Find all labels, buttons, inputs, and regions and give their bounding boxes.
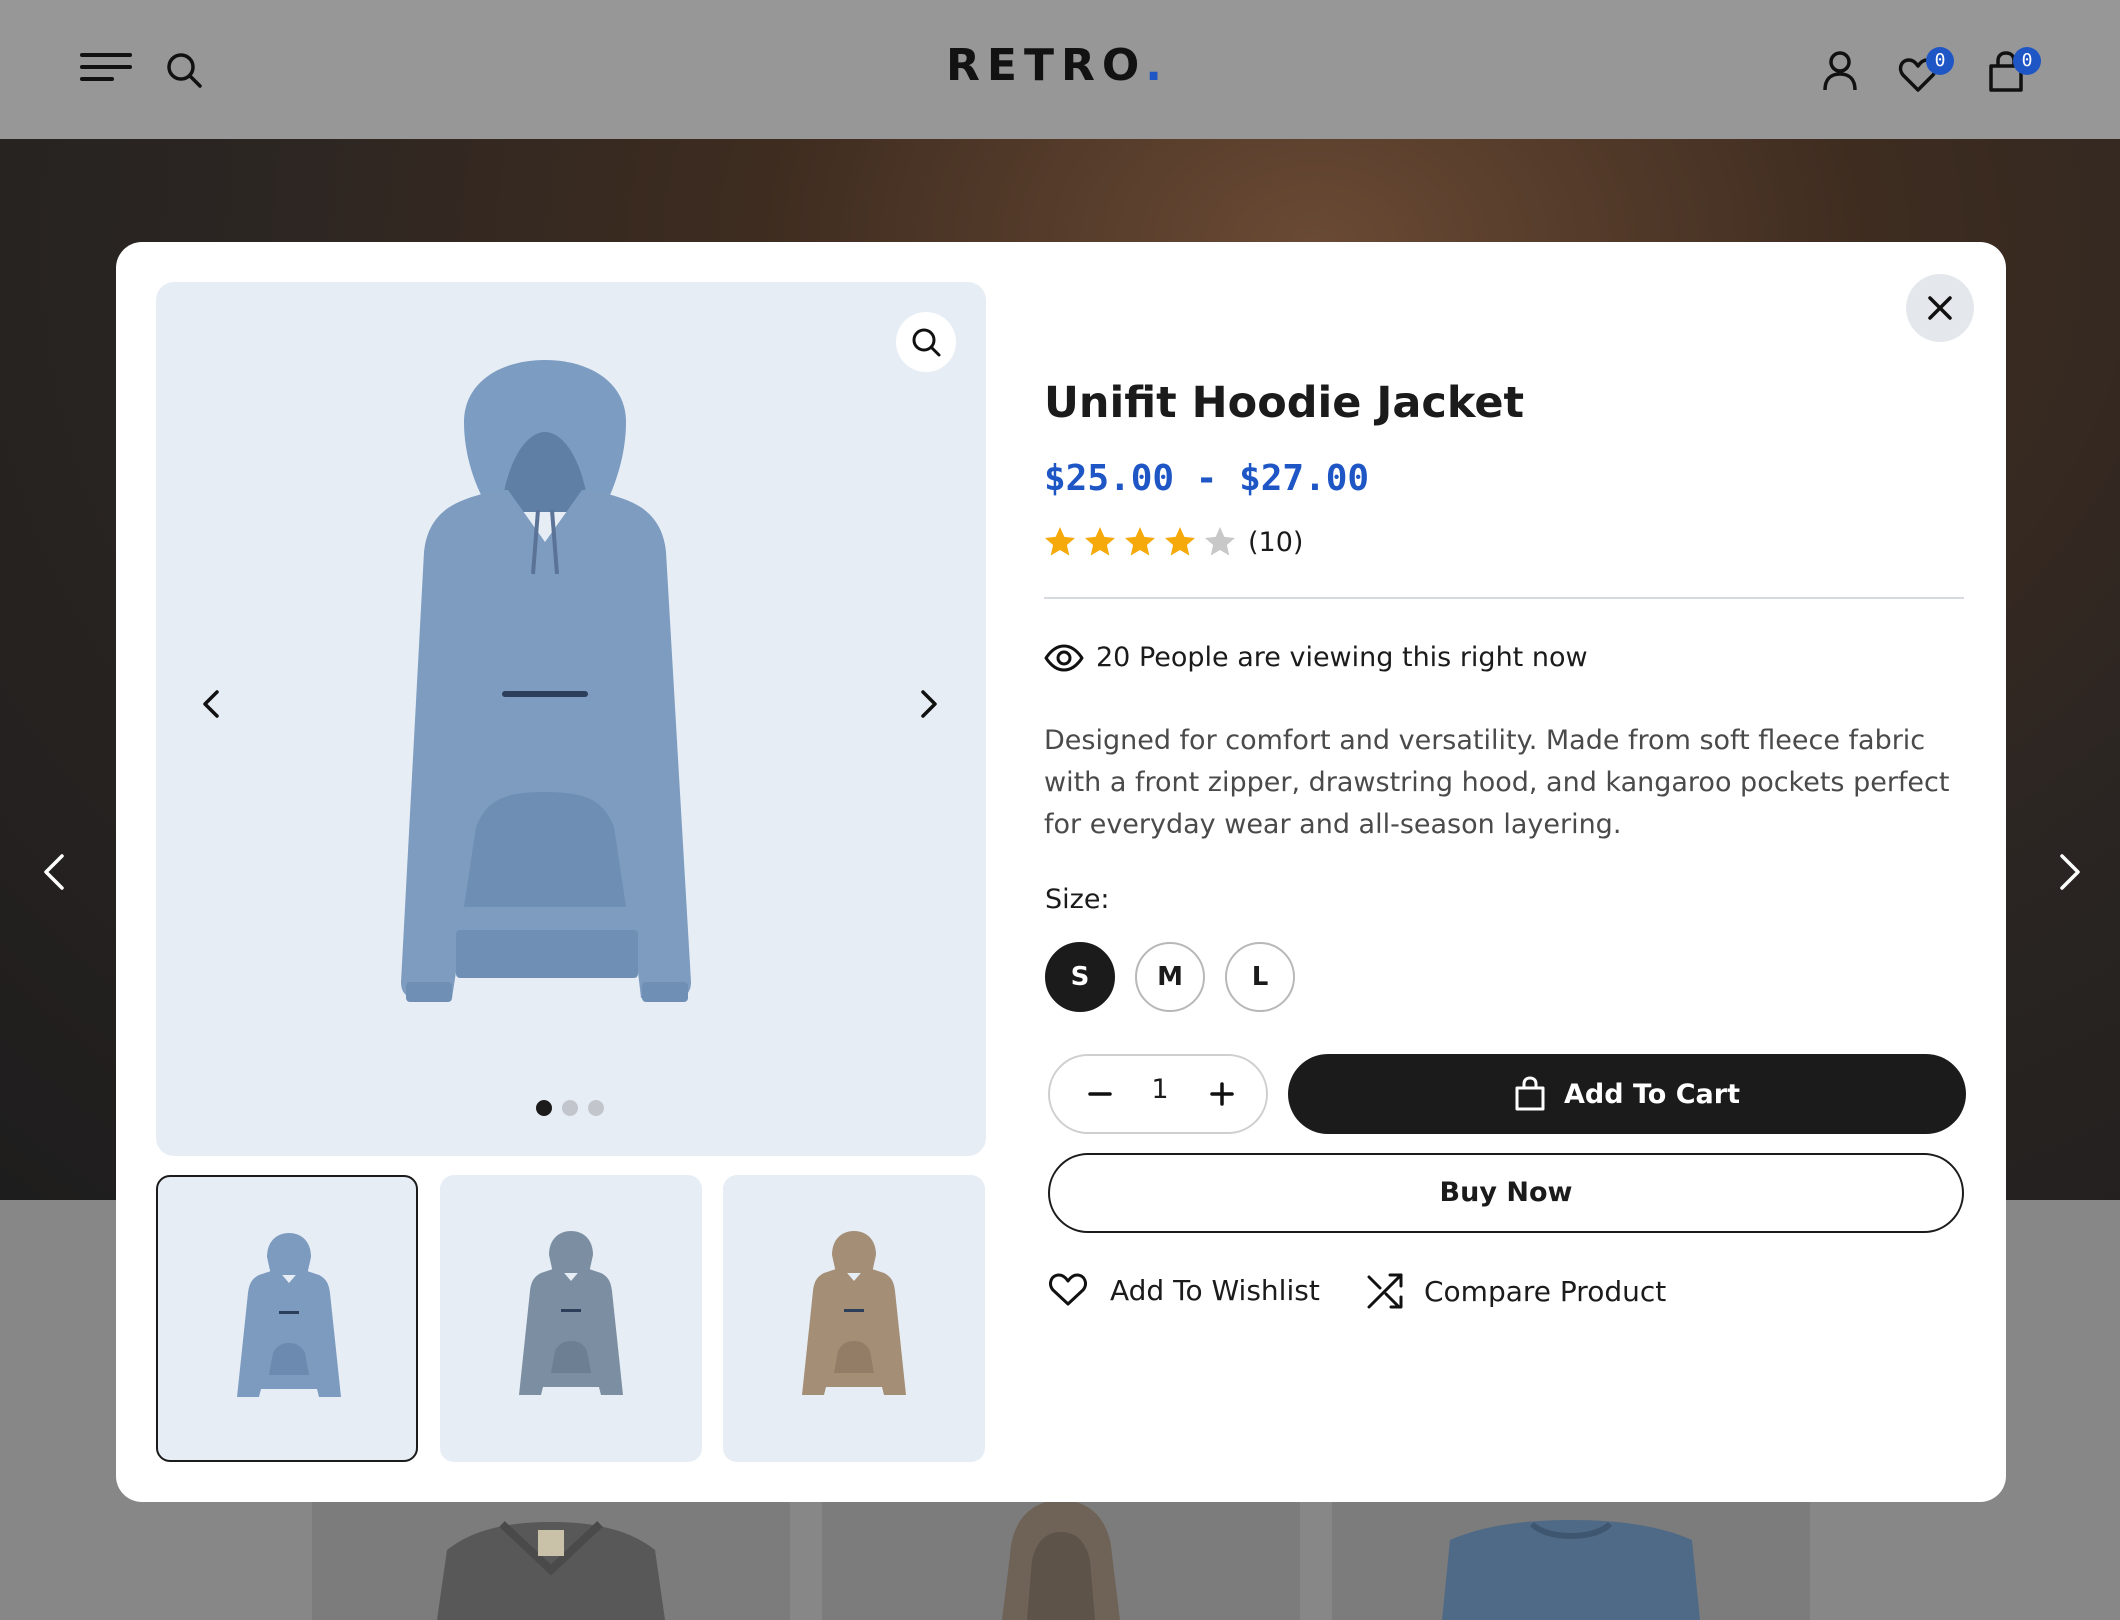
star-filled-icon bbox=[1125, 527, 1155, 556]
size-option-m[interactable]: M bbox=[1135, 942, 1205, 1012]
wishlist-label: Add To Wishlist bbox=[1110, 1273, 1320, 1307]
quantity-stepper: 1 bbox=[1048, 1054, 1268, 1134]
divider bbox=[1044, 597, 1964, 599]
add-to-cart-label: Add To Cart bbox=[1564, 1078, 1740, 1110]
product-description: Designed for comfort and versatility. Ma… bbox=[1044, 725, 1950, 840]
site-logo[interactable]: RETRO. bbox=[946, 40, 1186, 100]
buy-now-button[interactable]: Buy Now bbox=[1048, 1153, 1964, 1233]
size-label: Size: bbox=[1045, 884, 1110, 915]
product-price: $25.00 - $27.00 bbox=[1044, 458, 1370, 499]
hoodie-thumbnail bbox=[802, 1231, 906, 1395]
shopping-bag-icon bbox=[1515, 1076, 1545, 1111]
hero-next-arrow-icon[interactable] bbox=[2046, 850, 2090, 894]
eye-icon bbox=[1044, 644, 1084, 671]
menu-icon[interactable] bbox=[80, 50, 132, 84]
size-options: S M L bbox=[1045, 942, 1295, 1012]
hoodie-thumbnail bbox=[237, 1233, 341, 1397]
viewers-notice: 20 People are viewing this right now bbox=[1044, 642, 1588, 673]
slide-dot[interactable] bbox=[588, 1100, 604, 1116]
thumbnail-1[interactable] bbox=[156, 1175, 418, 1462]
search-icon[interactable] bbox=[164, 50, 204, 90]
add-to-cart-button[interactable]: Add To Cart bbox=[1288, 1054, 1966, 1134]
shuffle-compare-icon bbox=[1367, 1273, 1403, 1309]
slide-dot[interactable] bbox=[536, 1100, 552, 1116]
background-product-card[interactable] bbox=[822, 1500, 1300, 1620]
product-title: Unifit Hoodie Jacket bbox=[1044, 378, 1525, 428]
compare-product-link[interactable]: Compare Product bbox=[1366, 1272, 1666, 1310]
user-icon[interactable] bbox=[1822, 50, 1858, 92]
close-modal-button[interactable] bbox=[1906, 274, 1974, 342]
size-option-s[interactable]: S bbox=[1045, 942, 1115, 1012]
close-icon bbox=[1928, 296, 1952, 320]
background-product-card[interactable] bbox=[1332, 1500, 1810, 1620]
slide-dots bbox=[536, 1100, 604, 1116]
star-filled-icon bbox=[1085, 527, 1115, 556]
background-product-card[interactable] bbox=[312, 1500, 790, 1620]
hoodie-thumbnail bbox=[519, 1231, 623, 1395]
viewers-text: 20 People are viewing this right now bbox=[1096, 642, 1588, 673]
quick-view-modal: Unifit Hoodie Jacket $25.00 - $27.00 (10… bbox=[116, 242, 2006, 1502]
zoom-button[interactable] bbox=[896, 312, 956, 372]
slide-dot[interactable] bbox=[562, 1100, 578, 1116]
site-header: RETRO. 0 0 bbox=[0, 0, 2120, 139]
heart-icon bbox=[1049, 1273, 1087, 1306]
star-empty-icon bbox=[1205, 527, 1235, 556]
minus-icon[interactable] bbox=[1078, 1072, 1122, 1116]
review-count[interactable]: (10) bbox=[1248, 527, 1303, 558]
cart-count-badge: 0 bbox=[2013, 47, 2041, 75]
hoodie-image bbox=[401, 360, 691, 1002]
image-next-arrow-icon[interactable] bbox=[908, 684, 948, 724]
plus-icon[interactable] bbox=[1200, 1072, 1244, 1116]
star-filled-icon bbox=[1045, 527, 1075, 556]
thumbnail-3[interactable] bbox=[723, 1175, 985, 1462]
thumbnail-2[interactable] bbox=[440, 1175, 702, 1462]
product-main-image[interactable] bbox=[156, 282, 986, 1156]
compare-label: Compare Product bbox=[1424, 1274, 1667, 1308]
quantity-value[interactable]: 1 bbox=[1134, 1074, 1186, 1105]
hero-prev-arrow-icon[interactable] bbox=[34, 850, 78, 894]
wishlist-count-badge: 0 bbox=[1926, 47, 1954, 75]
add-to-wishlist-link[interactable]: Add To Wishlist bbox=[1048, 1272, 1320, 1308]
zoom-search-icon bbox=[912, 328, 941, 357]
rating-stars[interactable]: (10) bbox=[1042, 524, 1303, 560]
image-prev-arrow-icon[interactable] bbox=[192, 684, 232, 724]
star-filled-icon bbox=[1165, 527, 1195, 556]
size-option-l[interactable]: L bbox=[1225, 942, 1295, 1012]
